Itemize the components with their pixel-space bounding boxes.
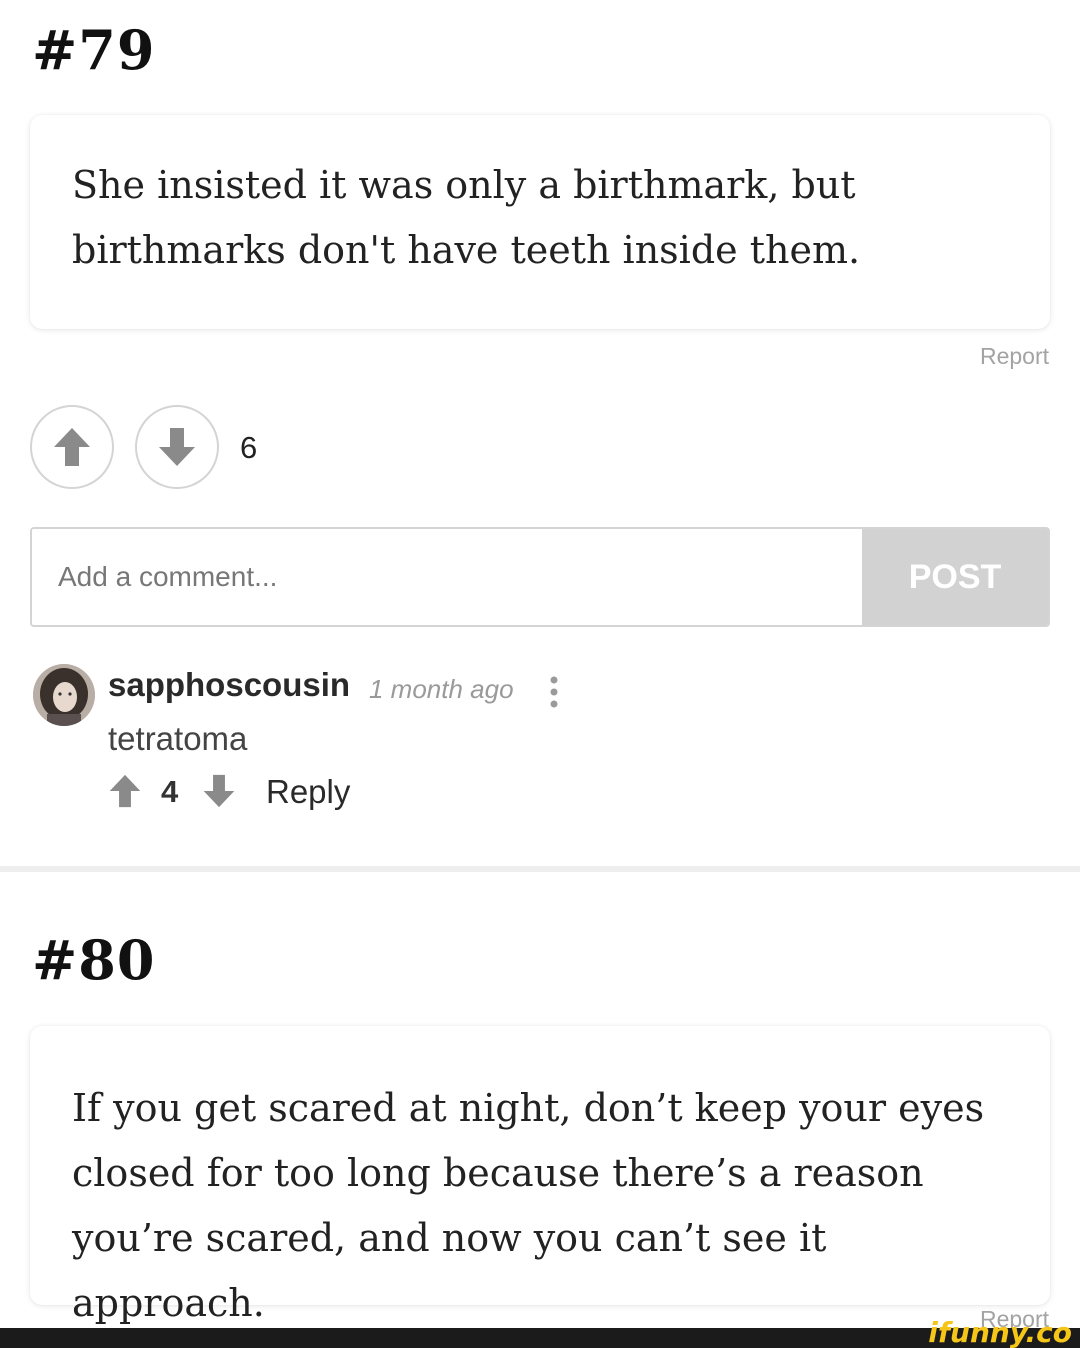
comment-username[interactable]: sapphoscousin	[108, 666, 350, 704]
more-options-icon[interactable]	[548, 675, 560, 709]
section-divider	[0, 866, 1080, 872]
bottom-bar	[0, 1328, 1080, 1348]
arrow-up-icon	[109, 774, 141, 808]
watermark-logo: ifunny.co	[928, 1316, 1072, 1348]
comment-form: POST	[30, 527, 1050, 627]
comment-upvote-button[interactable]	[108, 773, 142, 814]
arrow-down-icon	[159, 428, 195, 466]
upvote-button[interactable]	[30, 405, 114, 489]
story-text: If you get scared at night, don’t keep y…	[72, 1086, 985, 1325]
user-avatar-image	[33, 664, 95, 726]
comment-downvote-button[interactable]	[202, 773, 236, 814]
comment-timestamp: 1 month ago	[369, 674, 514, 704]
comment-text: tetratoma	[108, 720, 248, 757]
story-card: If you get scared at night, don’t keep y…	[30, 1026, 1050, 1325]
downvote-button[interactable]	[135, 405, 219, 489]
report-link[interactable]: Report	[980, 343, 1049, 370]
story-card: She insisted it was only a birthmark, bu…	[30, 115, 1050, 329]
post-button[interactable]: POST	[862, 529, 1048, 625]
story-text: She insisted it was only a birthmark, bu…	[72, 163, 861, 272]
comment-score: 4	[161, 774, 179, 809]
comment-input[interactable]	[32, 529, 862, 625]
entry-number: #80	[32, 928, 156, 992]
reply-link[interactable]: Reply	[266, 773, 350, 811]
entry-number: #79	[32, 18, 156, 82]
avatar[interactable]	[33, 664, 95, 726]
arrow-down-icon	[203, 774, 235, 808]
vote-score: 6	[240, 430, 258, 465]
arrow-up-icon	[54, 428, 90, 466]
